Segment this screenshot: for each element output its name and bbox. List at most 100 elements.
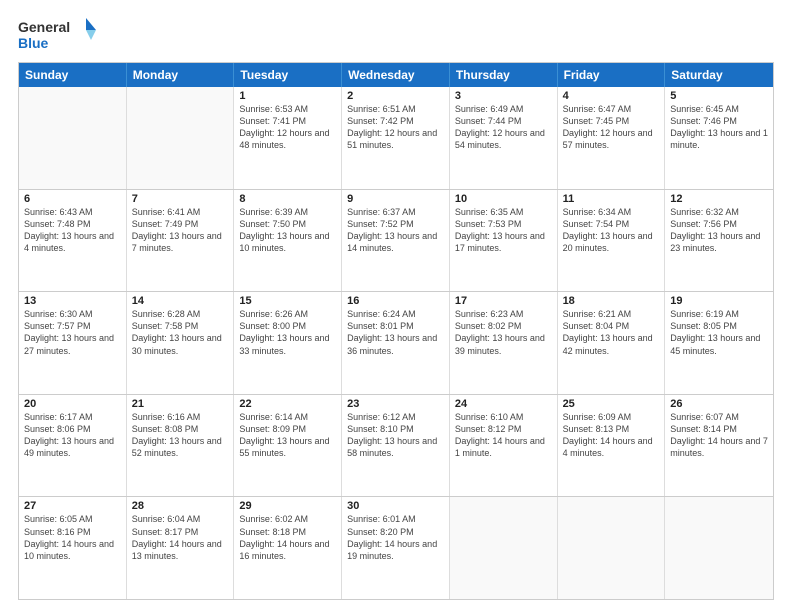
day-info: Sunrise: 6:17 AM Sunset: 8:06 PM Dayligh… <box>24 411 121 460</box>
day-number: 4 <box>563 90 660 102</box>
header: General Blue <box>18 16 774 54</box>
day-cell-8: 8Sunrise: 6:39 AM Sunset: 7:50 PM Daylig… <box>234 190 342 292</box>
day-number: 14 <box>132 295 229 307</box>
day-number: 11 <box>563 193 660 205</box>
day-number: 29 <box>239 500 336 512</box>
calendar: SundayMondayTuesdayWednesdayThursdayFrid… <box>18 62 774 600</box>
day-info: Sunrise: 6:26 AM Sunset: 8:00 PM Dayligh… <box>239 308 336 357</box>
day-cell-10: 10Sunrise: 6:35 AM Sunset: 7:53 PM Dayli… <box>450 190 558 292</box>
day-cell-18: 18Sunrise: 6:21 AM Sunset: 8:04 PM Dayli… <box>558 292 666 394</box>
day-info: Sunrise: 6:30 AM Sunset: 7:57 PM Dayligh… <box>24 308 121 357</box>
day-info: Sunrise: 6:04 AM Sunset: 8:17 PM Dayligh… <box>132 513 229 562</box>
day-cell-28: 28Sunrise: 6:04 AM Sunset: 8:17 PM Dayli… <box>127 497 235 599</box>
day-info: Sunrise: 6:23 AM Sunset: 8:02 PM Dayligh… <box>455 308 552 357</box>
calendar-row-4: 20Sunrise: 6:17 AM Sunset: 8:06 PM Dayli… <box>19 394 773 497</box>
day-cell-25: 25Sunrise: 6:09 AM Sunset: 8:13 PM Dayli… <box>558 395 666 497</box>
day-info: Sunrise: 6:37 AM Sunset: 7:52 PM Dayligh… <box>347 206 444 255</box>
day-number: 8 <box>239 193 336 205</box>
day-info: Sunrise: 6:10 AM Sunset: 8:12 PM Dayligh… <box>455 411 552 460</box>
logo: General Blue <box>18 16 98 54</box>
logo-svg: General Blue <box>18 16 98 54</box>
header-day-sunday: Sunday <box>19 63 127 87</box>
day-number: 15 <box>239 295 336 307</box>
day-number: 9 <box>347 193 444 205</box>
day-number: 24 <box>455 398 552 410</box>
day-info: Sunrise: 6:43 AM Sunset: 7:48 PM Dayligh… <box>24 206 121 255</box>
calendar-row-1: 1Sunrise: 6:53 AM Sunset: 7:41 PM Daylig… <box>19 87 773 189</box>
day-cell-7: 7Sunrise: 6:41 AM Sunset: 7:49 PM Daylig… <box>127 190 235 292</box>
day-cell-1: 1Sunrise: 6:53 AM Sunset: 7:41 PM Daylig… <box>234 87 342 189</box>
day-number: 21 <box>132 398 229 410</box>
day-info: Sunrise: 6:39 AM Sunset: 7:50 PM Dayligh… <box>239 206 336 255</box>
day-number: 18 <box>563 295 660 307</box>
day-number: 26 <box>670 398 768 410</box>
day-cell-11: 11Sunrise: 6:34 AM Sunset: 7:54 PM Dayli… <box>558 190 666 292</box>
day-cell-16: 16Sunrise: 6:24 AM Sunset: 8:01 PM Dayli… <box>342 292 450 394</box>
day-number: 7 <box>132 193 229 205</box>
day-info: Sunrise: 6:09 AM Sunset: 8:13 PM Dayligh… <box>563 411 660 460</box>
day-cell-5: 5Sunrise: 6:45 AM Sunset: 7:46 PM Daylig… <box>665 87 773 189</box>
svg-text:Blue: Blue <box>18 35 49 51</box>
calendar-header: SundayMondayTuesdayWednesdayThursdayFrid… <box>19 63 773 87</box>
day-cell-12: 12Sunrise: 6:32 AM Sunset: 7:56 PM Dayli… <box>665 190 773 292</box>
day-cell-15: 15Sunrise: 6:26 AM Sunset: 8:00 PM Dayli… <box>234 292 342 394</box>
day-cell-6: 6Sunrise: 6:43 AM Sunset: 7:48 PM Daylig… <box>19 190 127 292</box>
day-cell-14: 14Sunrise: 6:28 AM Sunset: 7:58 PM Dayli… <box>127 292 235 394</box>
page: General Blue SundayMondayTuesdayWednesda… <box>0 0 792 612</box>
day-cell-4: 4Sunrise: 6:47 AM Sunset: 7:45 PM Daylig… <box>558 87 666 189</box>
day-cell-19: 19Sunrise: 6:19 AM Sunset: 8:05 PM Dayli… <box>665 292 773 394</box>
day-number: 27 <box>24 500 121 512</box>
empty-cell-w0c0 <box>19 87 127 189</box>
day-cell-13: 13Sunrise: 6:30 AM Sunset: 7:57 PM Dayli… <box>19 292 127 394</box>
day-info: Sunrise: 6:24 AM Sunset: 8:01 PM Dayligh… <box>347 308 444 357</box>
calendar-row-5: 27Sunrise: 6:05 AM Sunset: 8:16 PM Dayli… <box>19 496 773 599</box>
day-number: 10 <box>455 193 552 205</box>
day-info: Sunrise: 6:21 AM Sunset: 8:04 PM Dayligh… <box>563 308 660 357</box>
day-cell-20: 20Sunrise: 6:17 AM Sunset: 8:06 PM Dayli… <box>19 395 127 497</box>
day-info: Sunrise: 6:02 AM Sunset: 8:18 PM Dayligh… <box>239 513 336 562</box>
empty-cell-w4c6 <box>665 497 773 599</box>
day-cell-30: 30Sunrise: 6:01 AM Sunset: 8:20 PM Dayli… <box>342 497 450 599</box>
header-day-wednesday: Wednesday <box>342 63 450 87</box>
day-info: Sunrise: 6:19 AM Sunset: 8:05 PM Dayligh… <box>670 308 768 357</box>
header-day-monday: Monday <box>127 63 235 87</box>
day-info: Sunrise: 6:41 AM Sunset: 7:49 PM Dayligh… <box>132 206 229 255</box>
header-day-saturday: Saturday <box>665 63 773 87</box>
day-number: 19 <box>670 295 768 307</box>
day-number: 6 <box>24 193 121 205</box>
day-number: 3 <box>455 90 552 102</box>
day-info: Sunrise: 6:12 AM Sunset: 8:10 PM Dayligh… <box>347 411 444 460</box>
svg-text:General: General <box>18 19 70 35</box>
day-info: Sunrise: 6:45 AM Sunset: 7:46 PM Dayligh… <box>670 103 768 152</box>
day-cell-23: 23Sunrise: 6:12 AM Sunset: 8:10 PM Dayli… <box>342 395 450 497</box>
header-day-thursday: Thursday <box>450 63 558 87</box>
day-info: Sunrise: 6:34 AM Sunset: 7:54 PM Dayligh… <box>563 206 660 255</box>
day-number: 12 <box>670 193 768 205</box>
day-info: Sunrise: 6:14 AM Sunset: 8:09 PM Dayligh… <box>239 411 336 460</box>
day-number: 1 <box>239 90 336 102</box>
day-number: 13 <box>24 295 121 307</box>
day-info: Sunrise: 6:53 AM Sunset: 7:41 PM Dayligh… <box>239 103 336 152</box>
calendar-row-3: 13Sunrise: 6:30 AM Sunset: 7:57 PM Dayli… <box>19 291 773 394</box>
day-number: 23 <box>347 398 444 410</box>
day-cell-3: 3Sunrise: 6:49 AM Sunset: 7:44 PM Daylig… <box>450 87 558 189</box>
empty-cell-w0c1 <box>127 87 235 189</box>
day-number: 2 <box>347 90 444 102</box>
day-number: 30 <box>347 500 444 512</box>
day-info: Sunrise: 6:16 AM Sunset: 8:08 PM Dayligh… <box>132 411 229 460</box>
day-cell-9: 9Sunrise: 6:37 AM Sunset: 7:52 PM Daylig… <box>342 190 450 292</box>
day-cell-22: 22Sunrise: 6:14 AM Sunset: 8:09 PM Dayli… <box>234 395 342 497</box>
calendar-row-2: 6Sunrise: 6:43 AM Sunset: 7:48 PM Daylig… <box>19 189 773 292</box>
day-number: 17 <box>455 295 552 307</box>
day-number: 28 <box>132 500 229 512</box>
day-info: Sunrise: 6:47 AM Sunset: 7:45 PM Dayligh… <box>563 103 660 152</box>
day-cell-24: 24Sunrise: 6:10 AM Sunset: 8:12 PM Dayli… <box>450 395 558 497</box>
day-number: 25 <box>563 398 660 410</box>
day-info: Sunrise: 6:35 AM Sunset: 7:53 PM Dayligh… <box>455 206 552 255</box>
day-cell-26: 26Sunrise: 6:07 AM Sunset: 8:14 PM Dayli… <box>665 395 773 497</box>
empty-cell-w4c4 <box>450 497 558 599</box>
day-cell-17: 17Sunrise: 6:23 AM Sunset: 8:02 PM Dayli… <box>450 292 558 394</box>
day-info: Sunrise: 6:07 AM Sunset: 8:14 PM Dayligh… <box>670 411 768 460</box>
header-day-tuesday: Tuesday <box>234 63 342 87</box>
day-info: Sunrise: 6:32 AM Sunset: 7:56 PM Dayligh… <box>670 206 768 255</box>
